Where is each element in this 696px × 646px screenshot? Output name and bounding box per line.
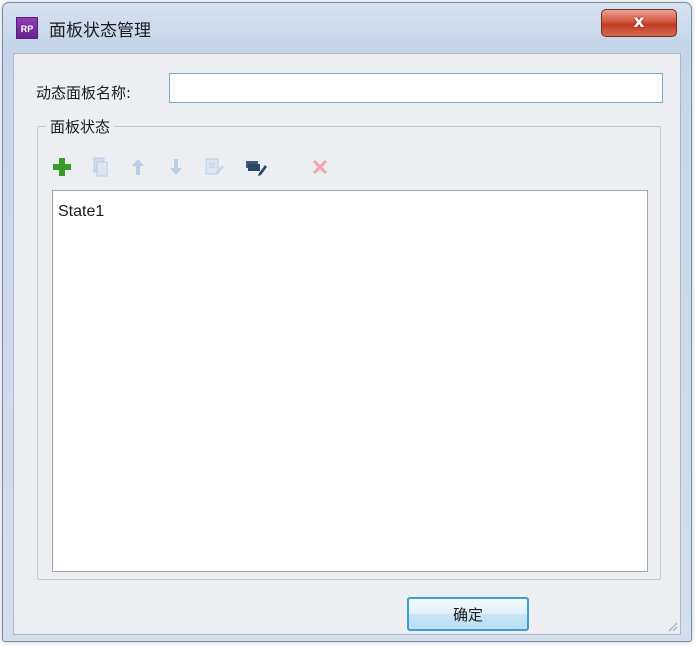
delete-icon xyxy=(312,159,328,175)
move-state-down-button[interactable] xyxy=(164,155,188,179)
move-up-icon xyxy=(132,159,144,175)
duplicate-icon xyxy=(93,157,108,177)
move-state-up-button[interactable] xyxy=(126,155,150,179)
panel-states-group: 面板状态 State1 xyxy=(37,116,661,580)
list-item[interactable]: State1 xyxy=(58,203,104,221)
window-title: 面板状态管理 xyxy=(49,21,151,41)
add-state-button[interactable] xyxy=(50,155,74,179)
delete-state-button[interactable] xyxy=(308,155,332,179)
duplicate-state-button[interactable] xyxy=(88,155,112,179)
resize-grip-icon[interactable] xyxy=(666,620,678,632)
title-bar[interactable]: RP 面板状态管理 x xyxy=(3,3,691,51)
close-button[interactable]: x xyxy=(601,9,677,37)
edit-state-icon xyxy=(205,158,224,175)
edit-all-states-icon xyxy=(246,161,267,176)
panel-states-group-title: 面板状态 xyxy=(46,116,115,137)
dialog-body: 动态面板名称: 面板状态 State1 确定 xyxy=(13,53,681,635)
ok-button[interactable]: 确定 xyxy=(407,597,529,631)
panel-name-label: 动态面板名称: xyxy=(36,84,132,102)
dialog-window: RP 面板状态管理 x 动态面板名称: 面板状态 State1 确定 xyxy=(2,2,692,642)
edit-all-states-button[interactable] xyxy=(244,155,268,179)
close-icon: x xyxy=(633,12,645,32)
axure-rp-app-icon: RP xyxy=(16,17,38,39)
move-down-icon xyxy=(170,159,182,175)
panel-name-input[interactable] xyxy=(169,73,663,103)
edit-state-button[interactable] xyxy=(202,155,226,179)
add-icon xyxy=(53,158,71,176)
states-list[interactable]: State1 xyxy=(52,190,648,572)
